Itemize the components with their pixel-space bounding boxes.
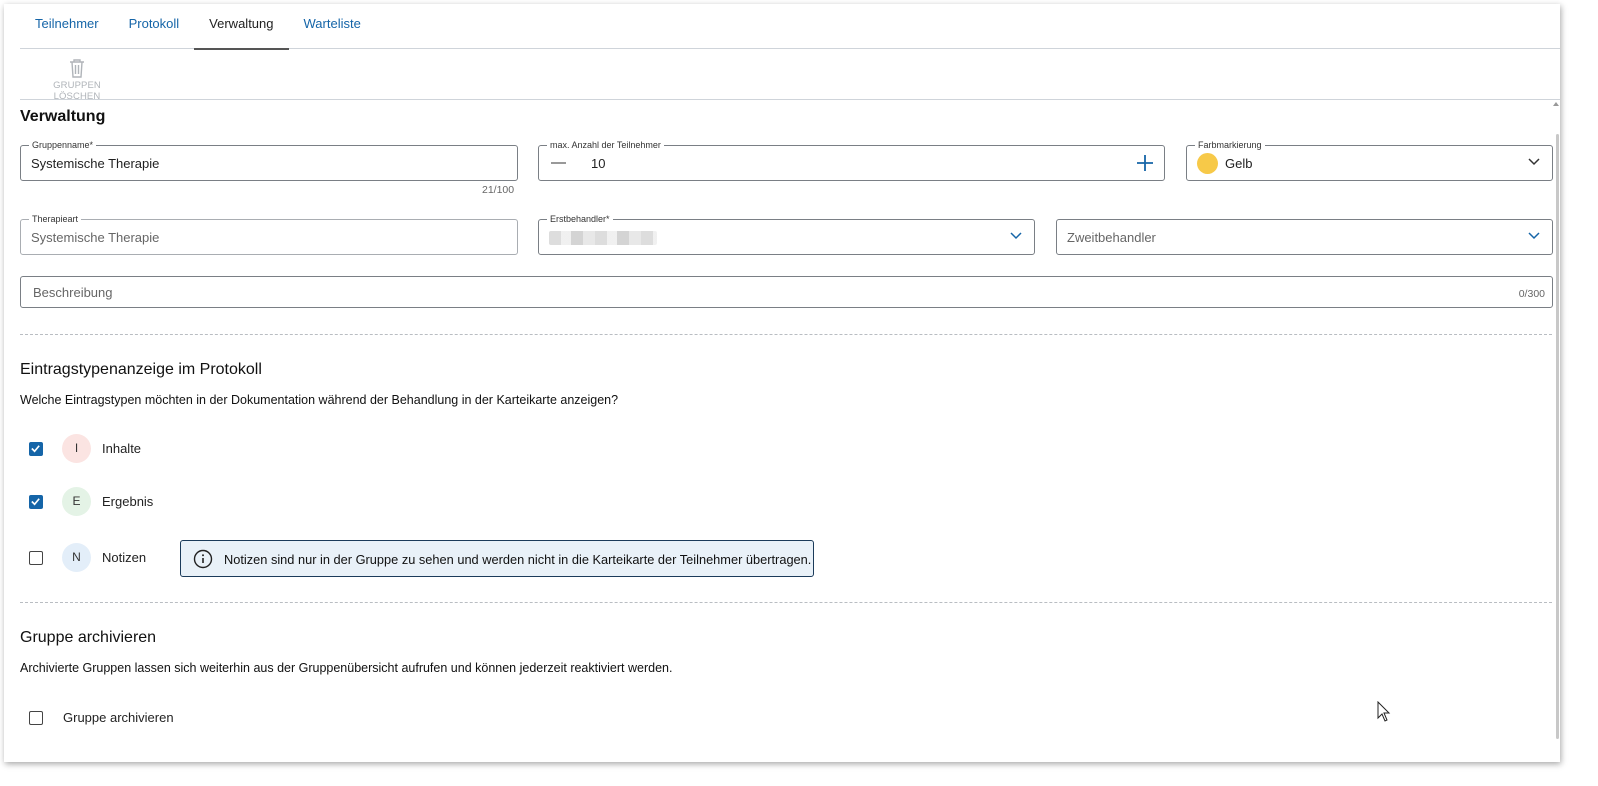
vertical-scrollbar[interactable] (1556, 134, 1559, 739)
badge-ergebnis: E (62, 487, 91, 516)
max-participants-stepper[interactable]: max. Anzahl der Teilnehmer — 10 (538, 139, 1165, 181)
checkbox-archive-group[interactable] (29, 711, 43, 725)
description-counter: 0/300 (1518, 288, 1545, 300)
delete-groups-label: GRUPPEN LÖSCHEN (53, 80, 101, 102)
color-marking-select[interactable]: Farbmarkierung Gelb (1186, 139, 1553, 181)
archive-title: Gruppe archivieren (20, 629, 157, 646)
tab-teilnehmer[interactable]: Teilnehmer (20, 4, 114, 49)
entry-types-question: Welche Eintragstypen möchten in der Doku… (20, 393, 619, 407)
badge-inhalte: I (62, 434, 91, 463)
section-divider (20, 334, 1552, 335)
notes-info-box: Notizen sind nur in der Gruppe zu sehen … (180, 540, 814, 577)
checkbox-ergebnis[interactable] (29, 495, 43, 509)
info-icon (193, 549, 213, 569)
toolbar: GRUPPEN LÖSCHEN (20, 50, 1560, 102)
badge-notizen: N (62, 543, 91, 572)
tab-protokoll[interactable]: Protokoll (114, 4, 195, 49)
first-therapist-select[interactable]: Erstbehandler* (538, 213, 1035, 255)
max-participants-label: max. Anzahl der Teilnehmer (547, 139, 664, 151)
color-marking-label: Farbmarkierung (1195, 139, 1265, 151)
archive-description: Archivierte Gruppen lassen sich weiterhi… (20, 661, 673, 675)
checkbox-inhalte[interactable] (29, 442, 43, 456)
first-therapist-label: Erstbehandler* (547, 213, 613, 225)
second-therapist-select[interactable]: Zweitbehandler (1056, 219, 1553, 255)
checkmark-icon (31, 445, 40, 453)
notes-info-text: Notizen sind nur in der Gruppe zu sehen … (224, 552, 812, 567)
tab-bar: Teilnehmer Protokoll Verwaltung Wartelis… (20, 4, 1560, 50)
group-settings-window: Teilnehmer Protokoll Verwaltung Wartelis… (4, 4, 1560, 762)
therapy-type-label: Therapieart (29, 213, 82, 225)
description-placeholder: Beschreibung (33, 285, 113, 300)
description-field[interactable]: Beschreibung 0/300 (20, 276, 1553, 308)
section-divider (20, 602, 1552, 603)
entry-types-title: Eintragstypenanzeige im Protokoll (20, 361, 262, 378)
group-name-counter: 21/100 (482, 184, 515, 196)
group-name-value: Systemische Therapie (31, 156, 160, 171)
checkbox-notizen[interactable] (29, 551, 43, 565)
delete-groups-button[interactable]: GRUPPEN LÖSCHEN (34, 58, 120, 102)
trash-icon (70, 59, 84, 78)
chevron-down-icon (1010, 232, 1022, 240)
scroll-up-arrow-icon[interactable] (1553, 102, 1559, 106)
yellow-color-dot-icon (1197, 153, 1218, 174)
label-inhalte: Inhalte (102, 441, 142, 456)
tab-verwaltung[interactable]: Verwaltung (194, 4, 289, 50)
tab-warteliste[interactable]: Warteliste (289, 4, 376, 49)
section-title: Verwaltung (20, 108, 106, 125)
label-notizen: Notizen (102, 550, 147, 565)
group-name-field[interactable]: Gruppenname* Systemische Therapie (20, 139, 518, 181)
group-name-label: Gruppenname* (29, 139, 97, 151)
therapy-type-value: Systemische Therapie (31, 230, 160, 245)
checkmark-icon (31, 498, 40, 506)
chevron-down-icon (1528, 232, 1540, 240)
redacted-name (549, 231, 657, 245)
therapy-type-field: Therapieart Systemische Therapie (20, 213, 518, 255)
archive-checkbox-label: Gruppe archivieren (63, 710, 174, 725)
max-participants-value: 10 (591, 156, 606, 171)
mouse-cursor-icon (1377, 701, 1391, 722)
color-marking-value: Gelb (1225, 156, 1253, 171)
chevron-down-icon (1528, 158, 1540, 166)
label-ergebnis: Ergebnis (102, 494, 154, 509)
plus-icon[interactable] (1136, 154, 1154, 172)
second-therapist-placeholder: Zweitbehandler (1067, 230, 1156, 245)
minus-icon[interactable]: — (551, 155, 567, 170)
